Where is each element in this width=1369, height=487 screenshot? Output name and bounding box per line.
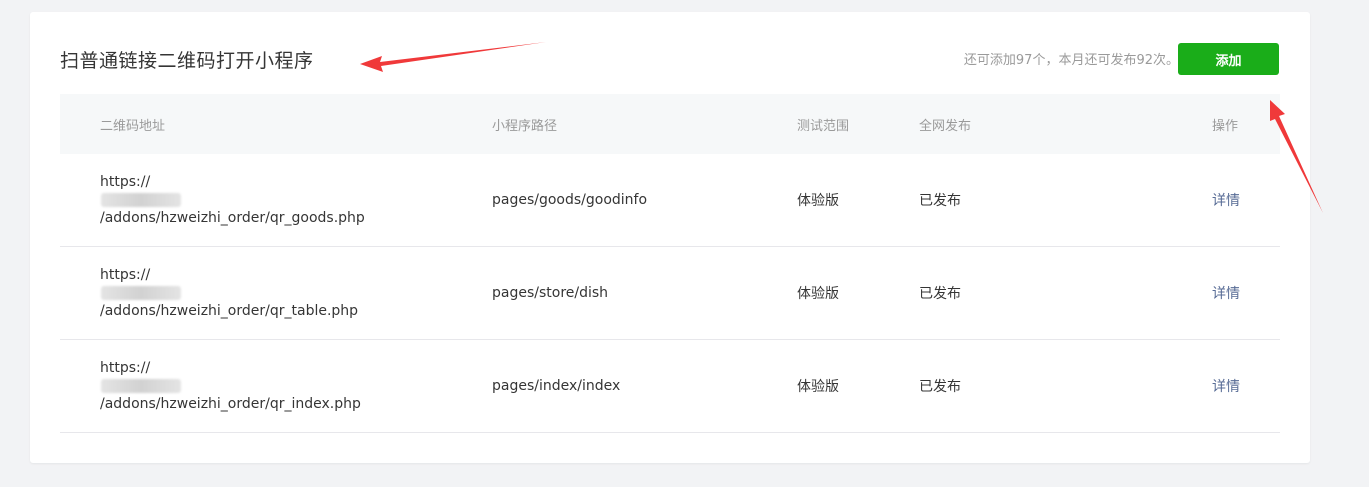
- annotation-arrow-add-button: [1270, 100, 1323, 213]
- annotation-arrows: [360, 42, 1323, 213]
- annotation-arrow-title: [360, 42, 546, 72]
